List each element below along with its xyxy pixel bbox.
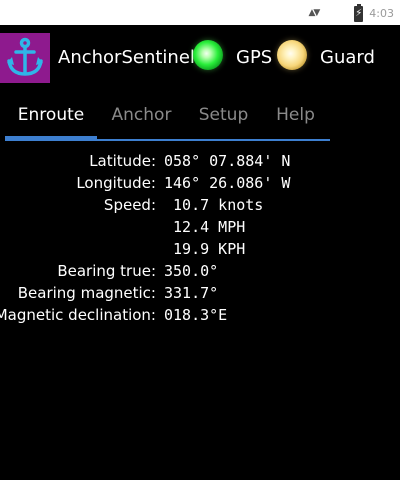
bearing-magnetic-label: Bearing magnetic:	[17, 284, 156, 302]
magnetic-declination-row: Magnetic declination: 018.3°E	[0, 306, 400, 328]
longitude-label: Longitude:	[76, 174, 156, 192]
speed-mph-value: 12.4 MPH	[164, 218, 246, 236]
bearing-magnetic-value: 331.7°	[164, 284, 219, 302]
status-bar: ▲▼ ⚡ 4:03	[0, 0, 400, 25]
speed-label: Speed:	[103, 196, 156, 214]
signal-icon: ▲▼	[308, 8, 320, 18]
anchor-icon	[0, 33, 50, 83]
tab-bar: Enroute Anchor Setup Help	[5, 103, 330, 139]
battery-charging-icon: ⚡	[354, 4, 364, 22]
gps-label: GPS	[236, 47, 273, 68]
longitude-row: Longitude: 146° 26.086' W	[0, 174, 400, 196]
latitude-value: 058° 07.884' N	[164, 152, 291, 170]
app-title: AnchorSentinel	[58, 47, 195, 68]
bearing-magnetic-row: Bearing magnetic: 331.7°	[0, 284, 400, 306]
title-bar: AnchorSentinel GPS Guard	[0, 25, 400, 89]
tab-setup[interactable]: Setup	[186, 103, 261, 139]
bearing-true-value: 350.0°	[164, 262, 219, 280]
guard-label: Guard	[320, 47, 375, 68]
bearing-true-label: Bearing true:	[57, 262, 156, 280]
speed-row: Speed: 10.7 knots	[0, 196, 400, 218]
latitude-row: Latitude: 058° 07.884' N	[0, 152, 400, 174]
status-time: 4:03	[369, 6, 394, 20]
tab-anchor[interactable]: Anchor	[97, 103, 186, 139]
speed-mph-row: 12.4 MPH	[0, 218, 400, 240]
bearing-true-row: Bearing true: 350.0°	[0, 262, 400, 284]
speed-knots-value: 10.7 knots	[164, 196, 264, 214]
tab-active-indicator	[5, 136, 97, 141]
latitude-label: Latitude:	[89, 152, 156, 170]
magnetic-declination-value: 018.3°E	[164, 306, 228, 324]
longitude-value: 146° 26.086' W	[164, 174, 291, 192]
magnetic-declination-label: Magnetic declination:	[0, 306, 156, 324]
tab-enroute[interactable]: Enroute	[5, 103, 97, 139]
status-icons: ▲▼ ⚡ 4:03	[308, 3, 394, 23]
tab-help[interactable]: Help	[261, 103, 330, 139]
guard-status-indicator	[277, 40, 307, 70]
gps-status-indicator	[193, 40, 223, 70]
speed-kph-value: 19.9 KPH	[164, 240, 246, 258]
speed-kph-row: 19.9 KPH	[0, 240, 400, 262]
